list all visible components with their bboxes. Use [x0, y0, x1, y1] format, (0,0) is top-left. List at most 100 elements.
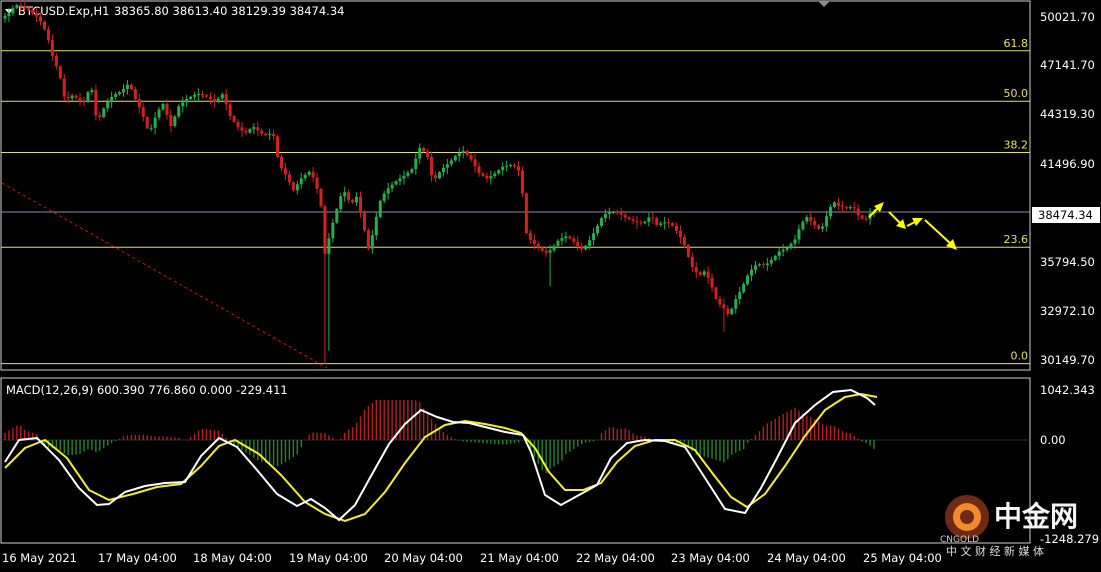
candle-body: [825, 216, 829, 227]
ohlc-values: 38365.80 38613.40 38129.39 38474.34: [114, 4, 344, 18]
candle-body: [90, 90, 94, 93]
candle-body: [149, 127, 153, 129]
candle-body: [382, 193, 386, 201]
price-tick: 30149.70: [1040, 353, 1095, 367]
candle-body: [426, 151, 430, 157]
candle-body: [303, 174, 307, 179]
macd-header: MACD(12,26,9) 600.390 776.860 0.000 -229…: [6, 383, 288, 397]
candle-body: [671, 223, 675, 226]
fib-level-label: 61.8: [1004, 37, 1029, 50]
candle-body: [114, 94, 118, 97]
candle-body: [643, 221, 647, 224]
candle-body: [66, 96, 70, 99]
candle-body: [781, 249, 785, 252]
watermark-tagline: 中 文 财 经 新 媒 体: [946, 544, 1044, 558]
candle-body: [23, 5, 27, 8]
candle-body: [619, 212, 623, 215]
candle-body: [754, 265, 757, 270]
candle-body: [122, 88, 125, 93]
candle-body: [457, 152, 461, 157]
candle-body: [307, 171, 311, 175]
price-panel-frame: [0, 0, 1031, 371]
candle-body: [248, 129, 252, 133]
candle-body: [106, 102, 110, 109]
candle-body: [295, 184, 299, 191]
candle-body: [422, 147, 426, 152]
candle-body: [588, 240, 592, 246]
candle-body: [58, 66, 62, 79]
candle-body: [86, 92, 90, 102]
candle-body: [524, 193, 528, 234]
time-axis: 16 May 2021 17 May 04:00 18 May 04:00 19…: [2, 551, 942, 565]
candle-body: [718, 298, 722, 305]
candle-body: [536, 243, 540, 248]
candle-body: [678, 230, 682, 238]
candle-body: [659, 223, 663, 225]
watermark-en: CNGOLD: [940, 535, 979, 545]
candle-body: [291, 182, 295, 191]
candle-body: [386, 188, 390, 194]
candle-body: [82, 101, 86, 103]
candle-body: [785, 248, 789, 250]
candle-body: [347, 192, 351, 200]
candle-body: [418, 147, 422, 159]
candle-body: [359, 196, 362, 212]
candle-body: [441, 167, 445, 173]
candle-body: [370, 235, 374, 249]
candle-body: [181, 102, 185, 107]
candle-body: [15, 5, 19, 8]
candle-body: [39, 16, 43, 22]
candle-body: [453, 156, 457, 161]
candle-body: [232, 115, 236, 122]
candle-body: [7, 13, 11, 17]
candle-body: [70, 95, 74, 99]
candle-body: [493, 173, 497, 177]
candle-body: [220, 94, 224, 99]
candle-body: [327, 238, 331, 254]
candle-body: [461, 150, 465, 153]
candle-body: [193, 94, 197, 97]
candle-body: [224, 94, 228, 105]
candle-body: [272, 133, 276, 137]
candle-body: [35, 13, 39, 17]
candle-body: [572, 238, 576, 242]
candle-body: [663, 222, 667, 224]
candle-body: [722, 304, 726, 309]
candle-body: [331, 222, 335, 239]
candle-body: [189, 96, 193, 99]
candle-body: [465, 150, 469, 156]
candle-body: [378, 200, 382, 217]
candle-body: [694, 267, 698, 273]
candle-body: [805, 217, 809, 222]
candle-body: [615, 212, 619, 214]
candle-body: [133, 89, 137, 100]
price-tick: 44319.30: [1040, 107, 1095, 121]
candle-body: [78, 97, 82, 102]
candle-body: [580, 245, 584, 250]
candle-body: [651, 217, 655, 219]
time-tick: 21 May 04:00: [480, 551, 559, 565]
candle-body: [287, 174, 291, 183]
candle-body: [809, 217, 813, 221]
candle-body: [765, 263, 769, 266]
candle-body: [27, 7, 31, 11]
candle-body: [244, 130, 248, 133]
candle-body: [177, 106, 181, 117]
candle-body: [576, 241, 580, 246]
candle-body: [319, 188, 323, 207]
candle-body: [773, 255, 777, 261]
candle-body: [544, 250, 548, 253]
macd-panel-frame: [0, 377, 1031, 544]
candle-body: [169, 114, 173, 126]
candle-body: [406, 172, 410, 176]
candle-body: [94, 90, 98, 116]
candle-body: [366, 230, 370, 249]
candle-body: [635, 221, 639, 223]
candle-body: [750, 269, 754, 276]
candle-body: [789, 243, 793, 249]
candle-body: [592, 233, 596, 241]
candle-body: [769, 260, 773, 264]
candle-body: [252, 127, 256, 130]
candle-body: [311, 171, 315, 178]
candle-body: [564, 236, 568, 239]
